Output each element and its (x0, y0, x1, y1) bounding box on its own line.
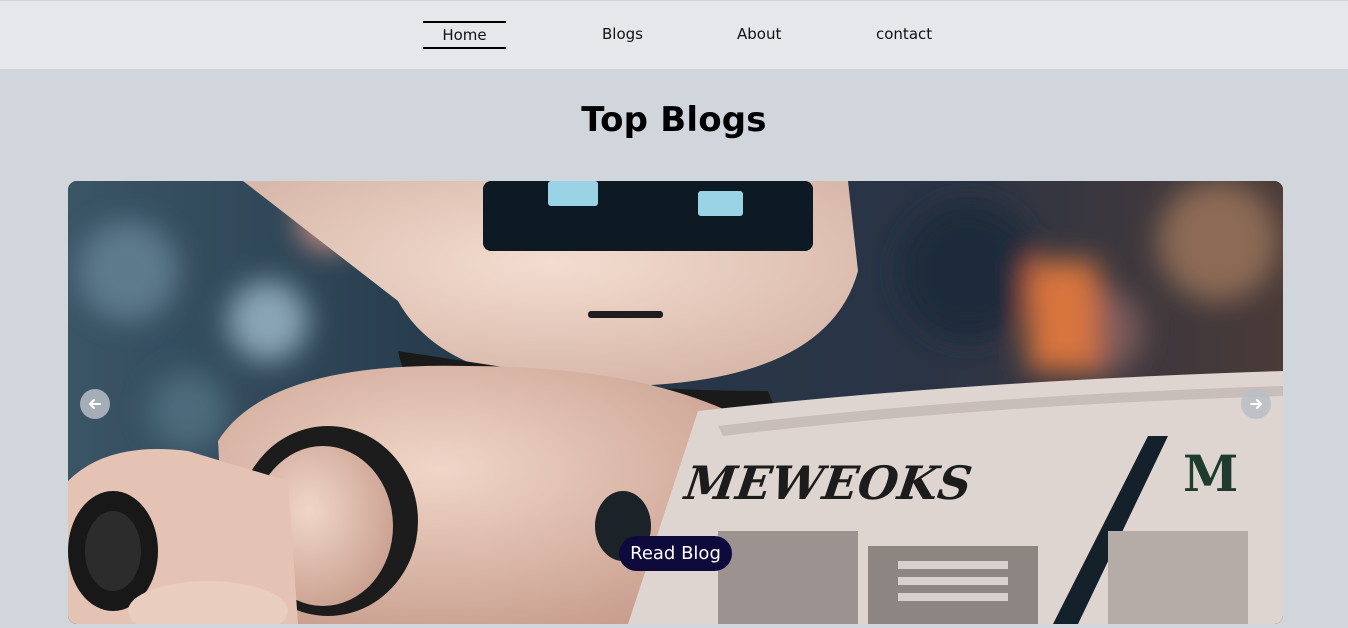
nav-item-contact[interactable]: contact (876, 25, 932, 43)
page-title: Top Blogs (581, 100, 767, 140)
carousel-next-button[interactable] (1241, 389, 1271, 419)
svg-text:M: M (1183, 444, 1238, 503)
newspaper-masthead: MEWEOKS (680, 456, 975, 510)
top-navbar: Home Blogs About contact (0, 0, 1348, 69)
read-blog-button[interactable]: Read Blog (619, 536, 732, 571)
nav-item-home[interactable]: Home (423, 21, 506, 49)
arrow-right-icon (1250, 399, 1262, 409)
carousel-prev-button[interactable] (80, 389, 110, 419)
nav-item-blogs[interactable]: Blogs (602, 25, 643, 43)
nav-item-about[interactable]: About (737, 25, 781, 43)
arrow-left-icon (89, 399, 101, 409)
